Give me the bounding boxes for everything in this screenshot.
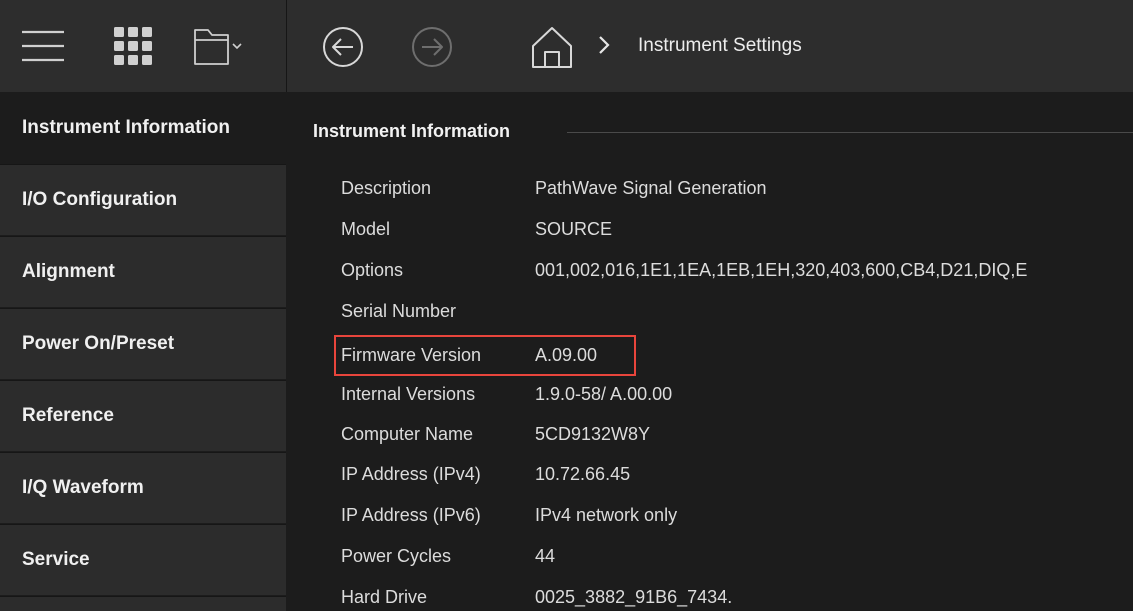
info-value: PathWave Signal Generation: [535, 178, 767, 198]
firmware-highlight-box: [334, 335, 636, 376]
info-label: Power Cycles: [341, 546, 452, 566]
forward-arrow-icon[interactable]: [410, 25, 454, 69]
back-arrow-icon[interactable]: [321, 25, 365, 69]
info-value: SOURCE: [535, 219, 613, 239]
info-row-computer-name: Computer Name 5CD9132W8Y: [286, 419, 1133, 449]
sidebar-item-label: Service: [22, 549, 90, 570]
info-label: IP Address (IPv6): [341, 505, 481, 525]
info-value: 10.72.66.45: [535, 464, 631, 484]
sidebar-item-instrument-information[interactable]: Instrument Information: [0, 92, 286, 163]
settings-sidebar: Instrument Information I/O Configuration…: [0, 92, 286, 611]
info-row-power-cycles: Power Cycles 44: [286, 541, 1133, 571]
app-grid-icon[interactable]: [112, 25, 154, 67]
sidebar-item-io-configuration[interactable]: I/O Configuration: [0, 164, 286, 235]
instrument-information-panel: Instrument Information Description PathW…: [286, 92, 1133, 611]
sidebar-item-label: Instrument Information: [22, 116, 230, 138]
info-row-ipv4-address: IP Address (IPv4) 10.72.66.45: [286, 459, 1133, 489]
info-row-description: Description PathWave Signal Generation: [286, 173, 1133, 203]
info-row-options: Options 001,002,016,1E1,1EA,1EB,1EH,320,…: [286, 255, 1133, 285]
info-value: 1.9.0-58/ A.00.00: [535, 384, 673, 404]
info-label: Computer Name: [341, 424, 474, 444]
sidebar-item-label: I/O Configuration: [22, 189, 178, 210]
info-row-ipv6-address: IP Address (IPv6) IPv4 network only: [286, 500, 1133, 530]
sidebar-item-label: I/Q Waveform: [22, 477, 144, 498]
info-label: Serial Number: [341, 301, 457, 321]
info-label: Description: [341, 178, 432, 198]
sidebar-item-iq-waveform[interactable]: I/Q Waveform: [0, 452, 286, 523]
toolbar: Instrument Settings: [0, 0, 1133, 92]
info-label: Model: [341, 219, 391, 239]
chevron-down-icon[interactable]: [232, 42, 242, 50]
instrument-settings-window: Instrument Settings Instrument Informati…: [0, 0, 1133, 611]
info-value: IPv4 network only: [535, 505, 678, 525]
sidebar-item-label: Power On/Preset: [22, 333, 175, 354]
info-value: 001,002,016,1E1,1EA,1EB,1EH,320,403,600,…: [535, 260, 1028, 280]
info-label: Options: [341, 260, 404, 280]
sidebar-item-partial: [0, 596, 286, 611]
sidebar-item-alignment[interactable]: Alignment: [0, 236, 286, 307]
menu-icon[interactable]: [20, 26, 66, 66]
sidebar-item-service[interactable]: Service: [0, 524, 286, 595]
info-label: Hard Drive: [341, 587, 428, 607]
chevron-right-icon: [597, 32, 611, 63]
info-label: Internal Versions: [341, 384, 476, 404]
home-icon[interactable]: [529, 24, 575, 70]
breadcrumb-current: Instrument Settings: [638, 35, 802, 56]
info-row-hard-drive: Hard Drive 0025_3882_91B6_7434.: [286, 582, 1133, 611]
info-value: 5CD9132W8Y: [535, 424, 651, 444]
sidebar-item-label: Alignment: [22, 261, 115, 282]
toolbar-left-group: [0, 0, 287, 92]
group-title: Instrument Information: [313, 121, 510, 141]
sidebar-item-label: Reference: [22, 405, 114, 426]
group-divider: [567, 132, 1133, 133]
info-label: IP Address (IPv4): [341, 464, 481, 484]
info-row-model: Model SOURCE: [286, 214, 1133, 244]
sidebar-item-reference[interactable]: Reference: [0, 380, 286, 451]
info-value: 44: [535, 546, 556, 566]
info-row-internal-versions: Internal Versions 1.9.0-58/ A.00.00: [286, 379, 1133, 409]
sidebar-item-power-on-preset[interactable]: Power On/Preset: [0, 308, 286, 379]
info-value: 0025_3882_91B6_7434.: [535, 587, 733, 607]
info-row-serial-number: Serial Number: [286, 296, 1133, 326]
